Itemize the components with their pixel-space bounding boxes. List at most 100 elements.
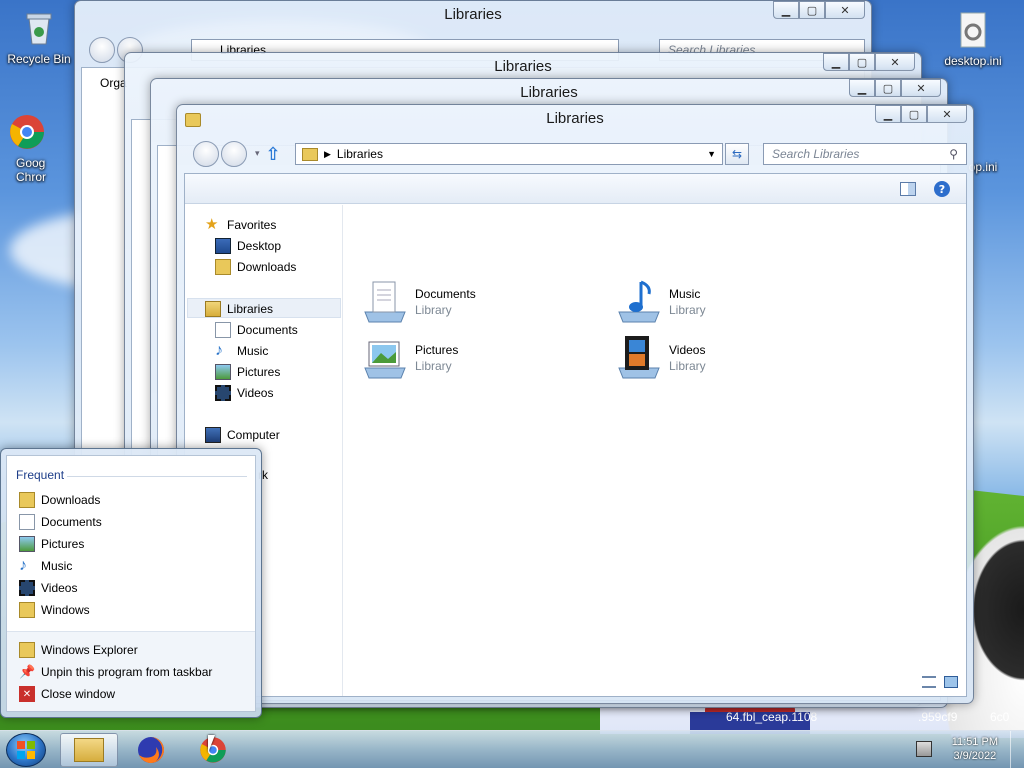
window-body: ? ★ Favorites Desktop Downloads Librarie… bbox=[184, 173, 967, 697]
library-type: Library bbox=[415, 359, 452, 373]
star-icon: ★ bbox=[205, 216, 219, 233]
maximize-button[interactable]: ▢ bbox=[875, 79, 901, 97]
desktop-icon-chrome[interactable]: Goog Chror bbox=[0, 112, 54, 184]
clock[interactable]: 11:51 PM 3/9/2022 bbox=[952, 735, 998, 763]
document-icon bbox=[215, 322, 231, 338]
explorer-icon bbox=[19, 642, 35, 658]
divider bbox=[67, 476, 247, 477]
jump-list-label: Close window bbox=[41, 687, 116, 701]
nav-desktop[interactable]: Desktop bbox=[215, 237, 281, 255]
help-icon[interactable]: ? bbox=[934, 181, 950, 197]
nav-documents[interactable]: Documents bbox=[215, 321, 298, 339]
videos-library-icon bbox=[615, 334, 663, 382]
nav-label: Favorites bbox=[227, 218, 277, 232]
folder-icon bbox=[19, 602, 35, 618]
close-button[interactable]: ✕ bbox=[875, 53, 915, 71]
wallpaper-text: .959cf9 bbox=[918, 710, 958, 724]
computer-icon bbox=[205, 427, 221, 443]
chevron-right-icon[interactable]: ▶ bbox=[324, 149, 331, 160]
library-item-videos[interactable]: Videos Library bbox=[615, 334, 706, 382]
jump-list-item[interactable]: ♪ Music bbox=[19, 558, 72, 574]
clock-date: 3/9/2022 bbox=[953, 750, 997, 762]
desktop-icon bbox=[215, 238, 231, 254]
window-controls: ▁ ▢ ✕ bbox=[773, 1, 865, 19]
maximize-button[interactable]: ▢ bbox=[849, 53, 875, 71]
up-arrow-icon[interactable]: ⇧ bbox=[266, 144, 281, 165]
jump-list-label: Unpin this program from taskbar bbox=[41, 665, 213, 679]
wallpaper-text: 64.fbl_ceap.1108 bbox=[726, 710, 818, 724]
close-button[interactable]: ✕ bbox=[825, 1, 865, 19]
desktop-icon-label: Recycle Bin bbox=[7, 52, 71, 66]
nav-pictures[interactable]: Pictures bbox=[215, 363, 280, 381]
window-title: Libraries bbox=[520, 84, 578, 101]
address-bar[interactable]: ▶ Libraries ▼ bbox=[295, 143, 723, 165]
window-title: Libraries bbox=[444, 6, 502, 23]
windows-logo-icon bbox=[17, 741, 35, 759]
nav-music[interactable]: ♪ Music bbox=[215, 342, 268, 360]
window-title: Libraries bbox=[494, 58, 552, 75]
nav-downloads[interactable]: Downloads bbox=[215, 258, 296, 276]
close-button[interactable]: ✕ bbox=[901, 79, 941, 97]
desktop-icon-desktop-ini[interactable]: desktop.ini bbox=[936, 10, 1010, 68]
start-button[interactable] bbox=[6, 733, 46, 767]
close-button[interactable]: ✕ bbox=[927, 105, 967, 123]
pictures-icon bbox=[215, 364, 231, 380]
minimize-button[interactable]: ▁ bbox=[773, 1, 799, 19]
jump-list-task[interactable]: Windows Explorer bbox=[19, 642, 138, 658]
explorer-window-active[interactable]: Libraries ▁ ▢ ✕ ▾ ⇧ ▶ Libraries ▼ ⇆ Sear… bbox=[176, 104, 974, 704]
library-item-documents[interactable]: Documents Library bbox=[361, 278, 476, 326]
jump-list-item[interactable]: Videos bbox=[19, 580, 77, 596]
large-icons-view-icon[interactable] bbox=[944, 676, 958, 688]
taskbar-firefox-button[interactable] bbox=[122, 733, 180, 767]
desktop-icon-recycle-bin[interactable]: Recycle Bin bbox=[2, 8, 76, 66]
taskbar-explorer-button[interactable] bbox=[60, 733, 118, 767]
jump-list-item[interactable]: Documents bbox=[19, 514, 102, 530]
details-view-icon[interactable] bbox=[922, 676, 936, 688]
jump-list-label: Videos bbox=[41, 581, 78, 595]
jump-list-item[interactable]: Downloads bbox=[19, 492, 100, 508]
desktop-icon-label: desktop.ini bbox=[944, 54, 1002, 68]
jump-list-label: Windows bbox=[41, 603, 90, 617]
nav-label: Videos bbox=[237, 386, 274, 400]
pictures-library-icon bbox=[361, 334, 409, 382]
jump-list-item[interactable]: Windows bbox=[19, 602, 90, 618]
jump-list-task[interactable]: ✕ Close window bbox=[19, 686, 115, 702]
window-controls: ▁ ▢ ✕ bbox=[875, 105, 967, 123]
search-input[interactable]: Search Libraries ⚲ bbox=[763, 143, 967, 165]
jump-list-panel: Frequent Downloads Documents Pictures ♪ … bbox=[6, 455, 256, 712]
jump-list-task[interactable]: 📌 Unpin this program from taskbar bbox=[19, 664, 212, 680]
jump-list-heading: Frequent bbox=[16, 468, 65, 482]
library-item-music[interactable]: Music Library bbox=[615, 278, 706, 326]
forward-button[interactable] bbox=[221, 141, 247, 167]
network-icon[interactable] bbox=[916, 741, 932, 757]
refresh-button[interactable]: ⇆ bbox=[725, 143, 749, 165]
window-title: Libraries bbox=[546, 110, 604, 127]
maximize-button[interactable]: ▢ bbox=[901, 105, 927, 123]
libraries-icon bbox=[205, 301, 221, 317]
nav-favorites[interactable]: ★ Favorites bbox=[205, 216, 276, 234]
recent-pages-icon[interactable]: ▾ bbox=[255, 149, 260, 159]
settings-file-icon bbox=[953, 10, 993, 50]
nav-computer[interactable]: Computer bbox=[205, 426, 280, 444]
chevron-down-icon[interactable]: ▼ bbox=[707, 149, 716, 159]
maximize-button[interactable]: ▢ bbox=[799, 1, 825, 19]
taskbar: 11:51 PM 3/9/2022 bbox=[0, 730, 1024, 768]
minimize-button[interactable]: ▁ bbox=[823, 53, 849, 71]
organize-menu[interactable]: Orga bbox=[100, 76, 127, 90]
back-button[interactable] bbox=[89, 37, 115, 63]
nav-libraries[interactable]: Libraries bbox=[205, 300, 273, 318]
back-button[interactable] bbox=[193, 141, 219, 167]
minimize-button[interactable]: ▁ bbox=[849, 79, 875, 97]
minimize-button[interactable]: ▁ bbox=[875, 105, 901, 123]
show-desktop-button[interactable] bbox=[1010, 731, 1024, 768]
library-name: Music bbox=[669, 287, 701, 301]
search-icon[interactable]: ⚲ bbox=[949, 147, 958, 161]
downloads-folder-icon bbox=[19, 492, 35, 508]
nav-videos[interactable]: Videos bbox=[215, 384, 273, 402]
address-breadcrumb[interactable]: Libraries bbox=[337, 147, 383, 161]
nav-label: Pictures bbox=[237, 365, 281, 379]
nav-label: Downloads bbox=[237, 260, 297, 274]
library-item-pictures[interactable]: Pictures Library bbox=[361, 334, 458, 382]
jump-list-item[interactable]: Pictures bbox=[19, 536, 84, 552]
preview-pane-icon[interactable] bbox=[900, 182, 916, 196]
